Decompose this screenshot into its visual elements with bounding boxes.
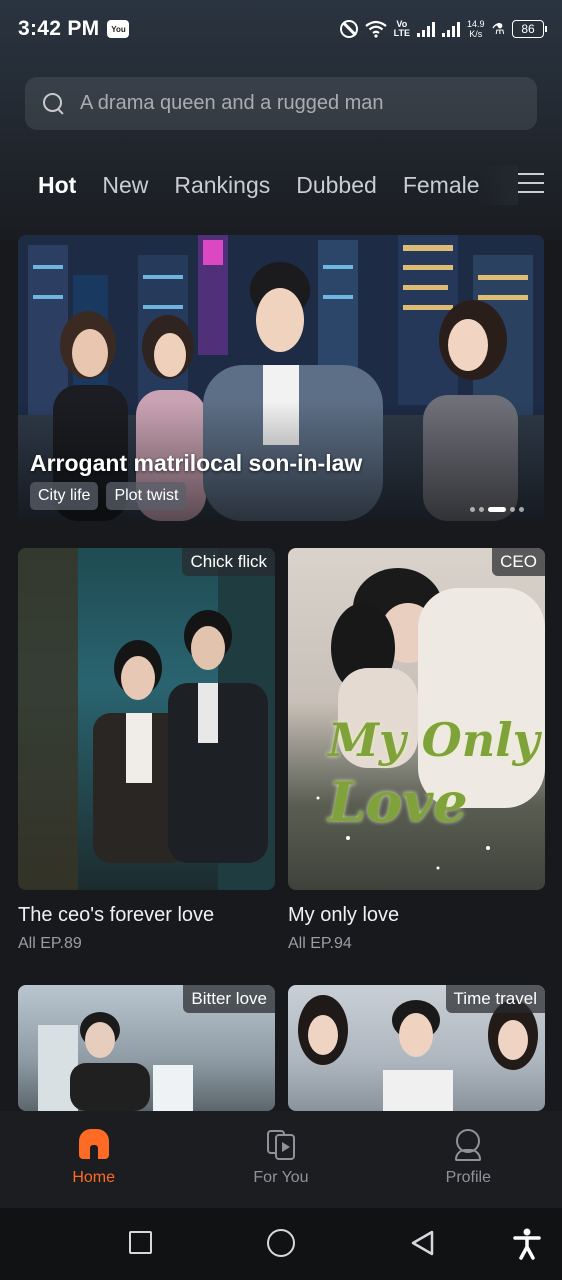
category-tabs: Hot New Rankings Dubbed Female [38,165,558,205]
featured-banner[interactable]: Arrogant matrilocal son-in-law City life… [18,235,544,521]
card-poster: Bitter love [18,985,275,1111]
drama-card[interactable]: Bitter love [18,985,275,1111]
tab-dubbed[interactable]: Dubbed [296,172,377,199]
nav-profile[interactable]: Profile [375,1111,562,1208]
drama-card[interactable]: Time travel [288,985,545,1111]
card-title: My only love [288,904,400,926]
nav-for-you[interactable]: For You [187,1111,374,1208]
carousel-dot [519,507,524,512]
flask-icon: ⚗ [491,21,505,38]
status-time: 3:42 PM [18,17,100,40]
tab-new[interactable]: New [102,172,148,199]
play-cards-icon [265,1129,297,1161]
speed-unit: K/s [469,29,483,39]
card-poster: My Only Love CEO [288,548,545,890]
card-poster: Time travel [288,985,545,1111]
tab-rankings[interactable]: Rankings [174,172,270,199]
home-icon [78,1129,110,1161]
menu-icon[interactable] [518,173,544,193]
carousel-dot [510,507,515,512]
profile-icon [452,1129,484,1161]
poster-title-line2: Love [328,770,468,834]
poster-title-line1: My Only [328,713,540,767]
nav-home[interactable]: Home [0,1111,187,1208]
tab-hot[interactable]: Hot [38,172,76,199]
speed-value: 14.9 [467,19,485,29]
carousel-dot-active [488,507,506,512]
card-title: The ceo's forever love [18,904,215,926]
recent-apps-icon[interactable] [129,1231,152,1254]
genre-badge: Chick flick [182,548,275,576]
card-episodes: All EP.89 [18,935,82,952]
card-poster-image [18,548,275,890]
card-episodes: All EP.94 [288,935,352,952]
wifi-icon [364,20,387,38]
nav-profile-label: Profile [445,1169,491,1186]
volte-bottom: LTE [393,28,411,38]
system-navigation-bar [0,1208,562,1280]
banner-title: Arrogant matrilocal son-in-law [30,450,363,476]
banner-tag: City life [30,482,99,510]
banner-tag: Plot twist [106,482,187,510]
back-icon[interactable] [410,1230,436,1256]
signal-icon-2 [442,21,461,37]
genre-badge: Bitter love [183,985,275,1013]
battery-icon: 86 [512,20,547,38]
tab-female[interactable]: Female [403,172,480,199]
banner-tags: City life Plot twist [30,482,187,510]
bottom-navigation: Home For You Profile [0,1111,562,1208]
signal-icon [417,21,436,37]
genre-badge: Time travel [445,985,545,1013]
card-poster: Chick flick [18,548,275,890]
search-placeholder: A drama queen and a rugged man [80,92,384,114]
do-not-disturb-icon [339,20,358,38]
carousel-dot [470,507,475,512]
tabs-fade [478,165,518,205]
nav-home-label: Home [72,1169,115,1186]
home-button-icon[interactable] [267,1229,295,1257]
nav-for-you-label: For You [253,1169,309,1186]
accessibility-icon[interactable] [513,1228,541,1260]
search-icon [43,92,65,115]
drama-card[interactable]: Chick flick The ceo's forever love All E… [18,548,275,953]
carousel-dot [479,507,484,512]
status-bar: 3:42 PM You Vo LTE 14.9 K/s ⚗ 86 [0,0,562,58]
drama-card[interactable]: My Only Love CEO My only love All EP.94 [288,548,545,953]
volte-indicator: Vo LTE [394,20,410,38]
carousel-dots [470,507,524,512]
genre-badge: CEO [492,548,545,576]
tv-app-icon: You [107,20,130,38]
search-bar[interactable]: A drama queen and a rugged man [25,77,537,130]
network-speed: 14.9 K/s [467,19,485,39]
